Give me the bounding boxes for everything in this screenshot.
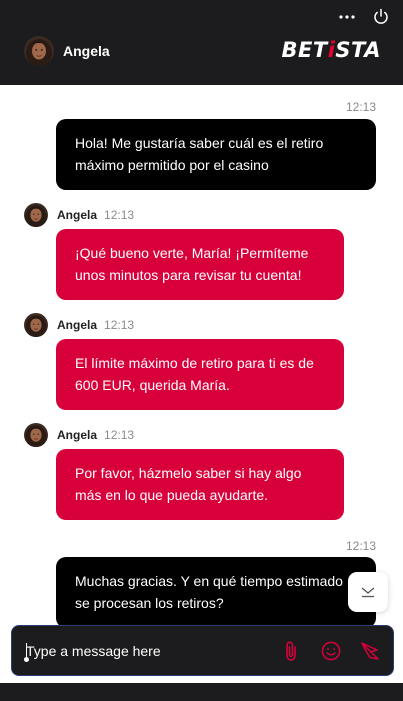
attach-icon[interactable] bbox=[279, 639, 303, 663]
chevron-down-icon bbox=[361, 587, 375, 598]
agent-message-bubble: ¡Qué bueno verte, María! ¡Permíteme unos… bbox=[56, 229, 344, 300]
agent-name: Angela bbox=[63, 43, 110, 59]
message-time: 12:13 bbox=[104, 208, 135, 222]
user-message-bubble: Muchas gracias. Y en qué tiempo estimado… bbox=[56, 557, 376, 628]
chat-header: Angela BETiSTA bbox=[0, 0, 403, 85]
caret-dot bbox=[24, 657, 29, 662]
more-options-icon[interactable] bbox=[339, 14, 355, 19]
sender-name: Angela bbox=[57, 318, 98, 332]
user-message-bubble: Hola! Me gustaría saber cuál es el retir… bbox=[56, 119, 376, 190]
footer-bar bbox=[0, 683, 403, 701]
brand-logo: BETiSTA bbox=[281, 38, 381, 62]
agent-avatar bbox=[24, 36, 54, 66]
message-time: 12:13 bbox=[345, 539, 376, 553]
emoji-icon[interactable] bbox=[319, 639, 343, 663]
agent-profile: Angela bbox=[24, 36, 110, 66]
power-icon[interactable] bbox=[373, 8, 389, 25]
header-actions bbox=[339, 8, 389, 25]
message-time: 12:13 bbox=[104, 318, 135, 332]
scroll-to-bottom-button[interactable] bbox=[348, 572, 388, 612]
sender-name: Angela bbox=[57, 208, 98, 222]
message-sender: Angela 12:13 bbox=[24, 423, 134, 447]
agent-avatar bbox=[24, 313, 48, 337]
message-composer bbox=[11, 625, 394, 676]
sender-name: Angela bbox=[57, 428, 98, 442]
message-sender: Angela 12:13 bbox=[24, 203, 134, 227]
message-time: 12:13 bbox=[104, 428, 135, 442]
agent-message-bubble: El límite máximo de retiro para ti es de… bbox=[56, 339, 344, 410]
agent-avatar bbox=[24, 423, 48, 447]
agent-message-bubble: Por favor, házmelo saber si hay algo más… bbox=[56, 449, 344, 520]
message-time: 12:13 bbox=[345, 100, 376, 114]
agent-avatar bbox=[24, 203, 48, 227]
message-list: 12:13 Hola! Me gustaría saber cuál es el… bbox=[0, 85, 403, 683]
message-input[interactable] bbox=[26, 640, 256, 662]
message-sender: Angela 12:13 bbox=[24, 313, 134, 337]
send-icon[interactable] bbox=[358, 639, 382, 663]
